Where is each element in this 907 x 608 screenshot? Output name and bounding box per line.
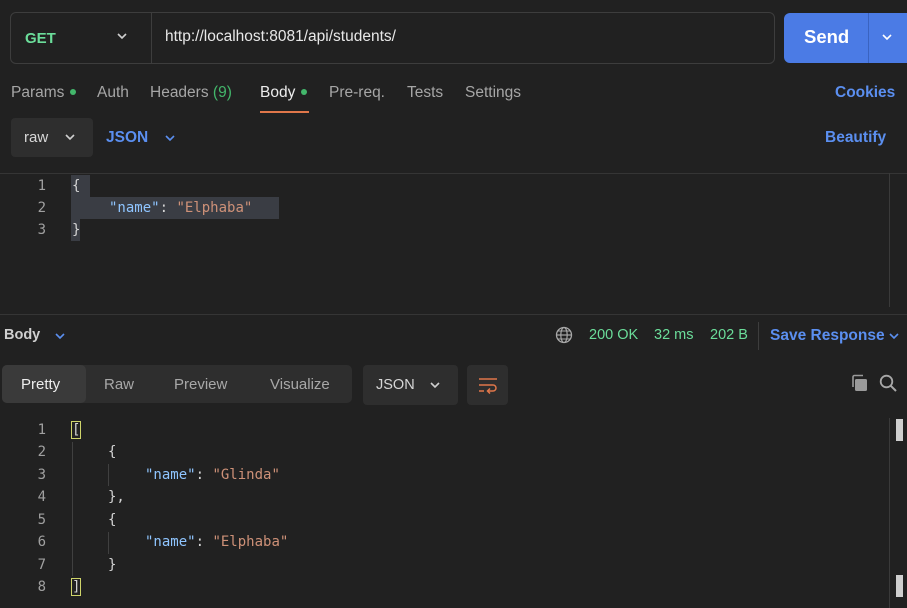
search-icon[interactable]	[879, 374, 898, 393]
modified-dot	[301, 88, 308, 95]
body-format-label: JSON	[106, 129, 149, 146]
request-url-bar: GET http://localhost:8081/api/students/	[10, 12, 775, 64]
request-body-editor[interactable]	[0, 173, 907, 307]
json-key: "name"	[145, 467, 196, 483]
line-number: 1	[37, 422, 46, 438]
send-button[interactable]: Send	[784, 13, 907, 63]
line-number: 5	[37, 512, 46, 528]
response-size[interactable]: 202 B	[710, 327, 748, 343]
response-time[interactable]: 32 ms	[654, 327, 694, 343]
response-format-select[interactable]: JSON	[363, 365, 458, 405]
line-number: 6	[37, 534, 46, 550]
line-number: 3	[37, 222, 46, 238]
tab-raw[interactable]: Raw	[104, 376, 134, 393]
code-line: "name": "Glinda"	[145, 467, 280, 483]
url-divider	[151, 13, 152, 63]
url-input[interactable]: http://localhost:8081/api/students/	[165, 28, 396, 46]
body-mode-label: raw	[24, 129, 49, 146]
scrollbar-thumb[interactable]	[896, 575, 903, 597]
tab-visualize[interactable]: Visualize	[270, 376, 330, 393]
json-colon: :	[195, 534, 213, 550]
method-select[interactable]: GET	[11, 13, 151, 63]
json-brace: }	[108, 557, 117, 573]
json-colon: :	[195, 467, 213, 483]
tab-pre-request[interactable]: Pre-req.	[329, 84, 385, 102]
response-body-viewer[interactable]	[0, 418, 907, 608]
body-mode-select[interactable]: raw	[11, 118, 93, 157]
save-response-label: Save Response	[770, 327, 885, 344]
tab-auth[interactable]: Auth	[97, 84, 129, 102]
code-line: }	[72, 222, 81, 238]
line-number: 4	[37, 489, 46, 505]
tab-preview[interactable]: Preview	[174, 376, 227, 393]
response-format-label: JSON	[376, 377, 415, 393]
code-line: {	[72, 178, 81, 194]
wrap-lines-button[interactable]	[467, 365, 508, 405]
toolbar-divider	[758, 322, 759, 350]
scrollbar-thumb[interactable]	[896, 419, 903, 441]
tab-params[interactable]: Params	[11, 84, 77, 102]
json-brace: },	[108, 489, 125, 505]
active-tab-underline	[260, 111, 309, 113]
wrap-lines-icon	[479, 378, 497, 394]
json-key: "name"	[145, 534, 196, 550]
chevron-down-icon	[55, 333, 65, 340]
headers-count: (9)	[212, 84, 232, 101]
response-section-label: Body	[4, 327, 41, 343]
response-status[interactable]: 200 OK	[589, 327, 638, 343]
editor-scrollbar[interactable]	[889, 173, 907, 307]
json-brace: {	[108, 512, 117, 528]
modified-dot	[70, 88, 77, 95]
json-bracket: [	[70, 421, 82, 439]
chevron-down-icon	[889, 333, 899, 340]
json-string: "Elphaba"	[212, 534, 289, 550]
cookies-link[interactable]: Cookies	[835, 84, 895, 102]
body-format-select[interactable]: JSON	[106, 129, 175, 147]
tab-headers[interactable]: Headers (9)	[150, 84, 232, 102]
line-number: 2	[37, 444, 46, 460]
line-number: 2	[37, 200, 46, 216]
json-bracket: ]	[70, 578, 82, 596]
line-number: 1	[37, 178, 46, 194]
code-line: "name": "Elphaba"	[109, 200, 252, 216]
method-label: GET	[25, 29, 56, 47]
tab-body[interactable]: Body	[260, 84, 308, 102]
line-number: 7	[37, 557, 46, 573]
json-string: "Elphaba"	[176, 200, 253, 216]
json-brace: {	[108, 444, 117, 460]
send-label: Send	[804, 26, 850, 47]
send-divider	[868, 13, 869, 63]
line-number: 3	[37, 467, 46, 483]
indent-guide	[108, 532, 109, 554]
beautify-button[interactable]: Beautify	[825, 129, 886, 147]
response-section-select[interactable]: Body	[4, 327, 65, 343]
indent-guide	[108, 464, 109, 486]
chevron-down-icon	[165, 135, 175, 142]
code-line: "name": "Elphaba"	[145, 534, 288, 550]
tab-tests[interactable]: Tests	[407, 84, 443, 102]
json-colon: :	[159, 200, 177, 216]
tab-settings[interactable]: Settings	[465, 84, 521, 102]
chevron-down-icon	[65, 134, 75, 141]
save-response-button[interactable]: Save Response	[770, 327, 899, 345]
globe-icon[interactable]	[555, 326, 573, 344]
pane-divider[interactable]	[0, 314, 907, 315]
tab-pretty[interactable]: Pretty	[21, 376, 60, 393]
chevron-down-icon	[117, 33, 127, 40]
indent-guide	[72, 442, 73, 576]
line-number: 8	[37, 579, 46, 595]
chevron-down-icon	[430, 382, 440, 389]
json-string: "Glinda"	[212, 467, 280, 483]
chevron-down-icon[interactable]	[881, 31, 893, 43]
copy-icon[interactable]	[850, 374, 868, 392]
json-key: "name"	[109, 200, 160, 216]
